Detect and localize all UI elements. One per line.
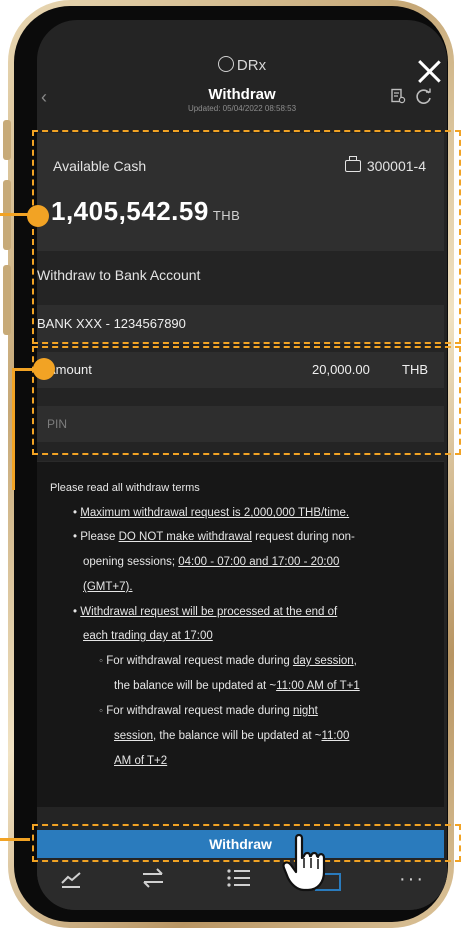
- transfer-icon[interactable]: [140, 866, 166, 896]
- term-sub-bullet-1-line-2: the balance will be updated at ~11:00 AM…: [114, 680, 360, 692]
- term-sub-bullet-2-line-2: session, the balance will be updated at …: [114, 730, 350, 742]
- report-icon[interactable]: [390, 88, 406, 109]
- list-icon[interactable]: [226, 866, 252, 896]
- terms-heading: Please read all withdraw terms: [50, 482, 200, 494]
- brand-header: DRx: [37, 56, 447, 74]
- page-title: Withdraw: [208, 86, 276, 103]
- callout-line: [12, 368, 15, 490]
- term-bullet-3-line-2: each trading day at 17:00: [83, 630, 213, 642]
- side-button: [3, 120, 11, 160]
- highlight-box: [32, 130, 461, 344]
- chart-icon[interactable]: [59, 866, 83, 896]
- bottom-tab-bar: ···: [37, 860, 447, 910]
- callout-line: [0, 213, 30, 216]
- side-button: [3, 265, 11, 335]
- term-sub-bullet-1: ◦ For withdrawal request made during day…: [99, 655, 357, 667]
- highlight-box: [32, 346, 461, 455]
- withdraw-terms-panel: Please read all withdraw terms • Maximum…: [37, 461, 444, 807]
- drx-logo-icon: [217, 56, 234, 72]
- term-sub-bullet-2-line-3: AM of T+2: [114, 755, 168, 767]
- term-bullet-1: • Maximum withdrawal request is 2,000,00…: [73, 507, 350, 519]
- term-bullet-2: • Please DO NOT make withdrawal request …: [73, 531, 355, 543]
- callout-dot: [27, 205, 49, 227]
- brand-name: DRx: [236, 57, 267, 74]
- term-bullet-2-line-2: opening sessions; 04:00 - 07:00 and 17:0…: [83, 556, 340, 568]
- close-icon[interactable]: [416, 58, 442, 84]
- callout-line: [0, 838, 30, 841]
- pointer-hand-icon: [282, 832, 348, 899]
- refresh-icon[interactable]: [415, 88, 433, 111]
- page-header: ‹ Withdraw Updated: 05/04/2022 08:58:53: [37, 82, 447, 116]
- term-sub-bullet-2: ◦ For withdrawal request made during nig…: [99, 705, 318, 717]
- updated-timestamp: Updated: 05/04/2022 08:58:53: [187, 104, 297, 113]
- term-bullet-2-line-3: (GMT+7).: [83, 581, 133, 593]
- highlight-box: [32, 824, 461, 862]
- more-icon[interactable]: ···: [399, 868, 425, 891]
- callout-dot: [33, 358, 55, 380]
- term-bullet-3: • Withdrawal request will be processed a…: [73, 606, 338, 618]
